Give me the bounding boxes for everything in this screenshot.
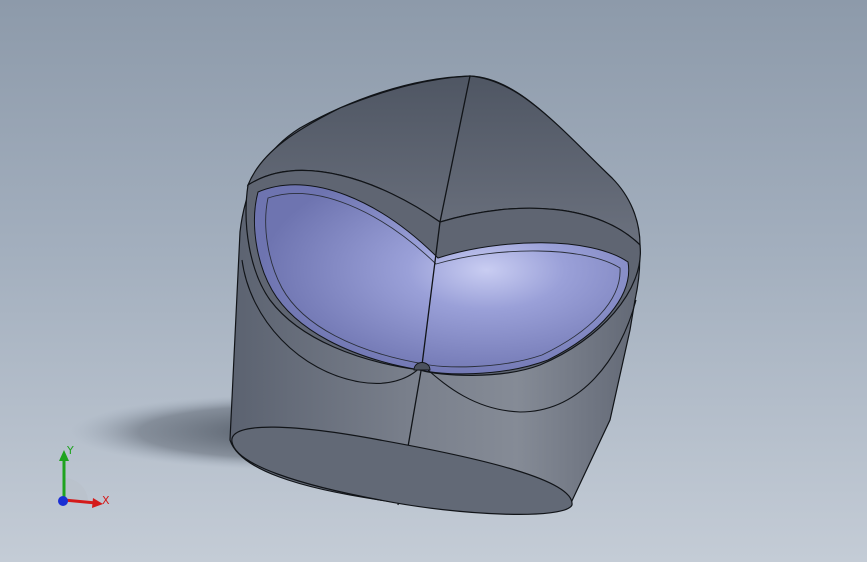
triad-shadow [64, 477, 88, 500]
x-axis-label: X [102, 494, 110, 507]
z-axis-dot [58, 496, 68, 506]
y-axis-label: Y [66, 444, 74, 457]
model-scene[interactable] [0, 0, 867, 562]
graphics-viewport[interactable]: Y X [0, 0, 867, 562]
axis-triad: Y X [58, 444, 110, 508]
x-axis-line [63, 498, 97, 505]
